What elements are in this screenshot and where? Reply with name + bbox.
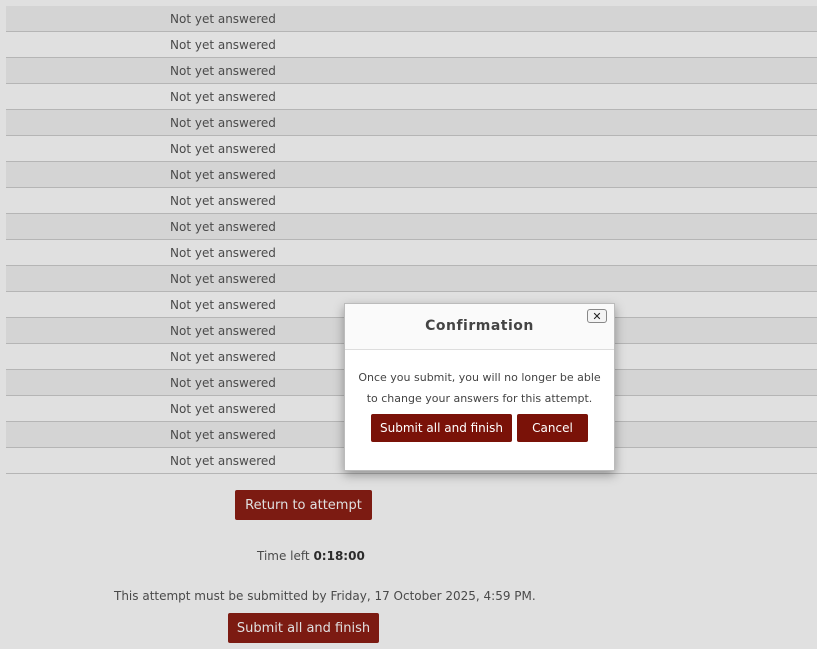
close-icon[interactable]: ✕ (587, 309, 607, 323)
dialog-message-line: Once you submit, you will no longer be a… (358, 371, 601, 384)
dialog-submit-all-button[interactable]: Submit all and finish (371, 414, 512, 442)
confirmation-dialog: Confirmation ✕ Once you submit, you will… (344, 303, 615, 471)
dialog-actions: Submit all and finish Cancel (345, 414, 614, 442)
dialog-header: Confirmation ✕ (345, 304, 614, 350)
dialog-cancel-button[interactable]: Cancel (517, 414, 588, 442)
dialog-message: Once you submit, you will no longer be a… (345, 350, 614, 409)
dialog-message-line: to change your answers for this attempt. (366, 392, 593, 405)
dialog-title: Confirmation (425, 318, 534, 334)
